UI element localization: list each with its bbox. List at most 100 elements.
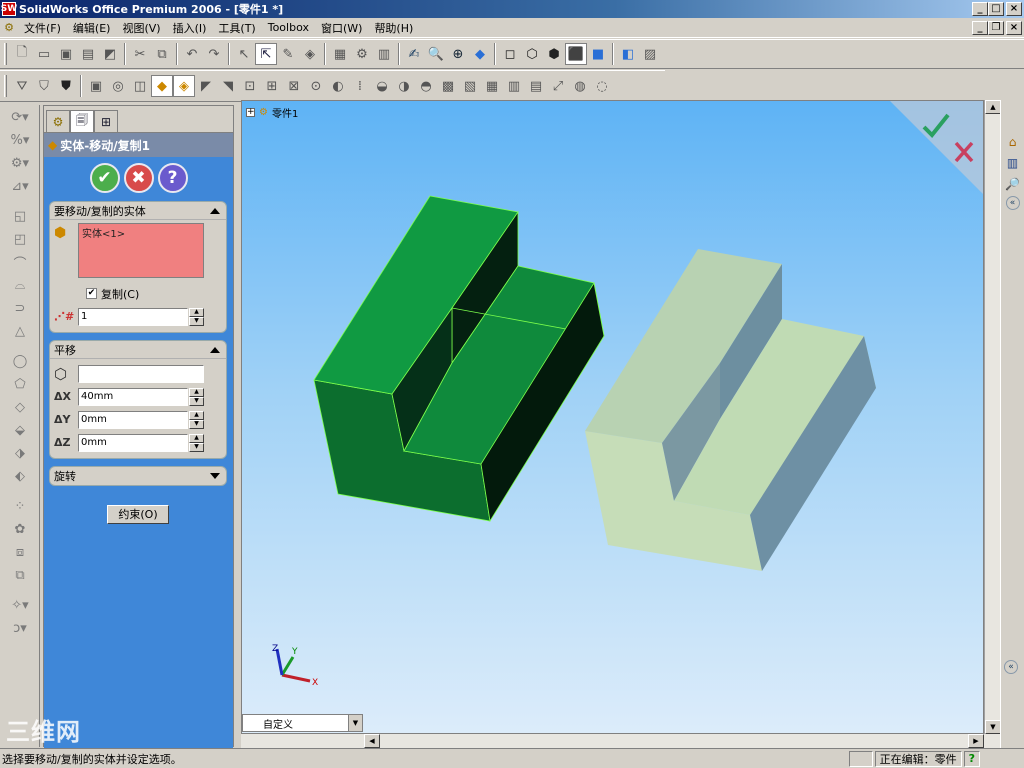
close-button[interactable]: ×: [1006, 2, 1022, 16]
copy-icon[interactable]: ⧉: [151, 43, 173, 65]
document-icon[interactable]: ⚙: [0, 17, 18, 39]
plane-icon[interactable]: ⊿▾: [3, 175, 37, 197]
chevron-down-icon[interactable]: ▼: [348, 715, 362, 731]
mirror-icon[interactable]: ◐: [327, 75, 349, 97]
maximize-button[interactable]: □: [988, 2, 1004, 16]
wireframe-icon[interactable]: ◻: [499, 43, 521, 65]
grid-icon[interactable]: ▥: [373, 43, 395, 65]
ruled-surface-icon[interactable]: ⬗: [3, 442, 37, 464]
reference-geometry-icon[interactable]: %▾: [3, 129, 37, 151]
print-icon[interactable]: ▤: [77, 43, 99, 65]
surface-offset-icon[interactable]: △: [3, 320, 37, 342]
expand-icon[interactable]: [210, 473, 220, 479]
menu-insert[interactable]: 插入(I): [167, 20, 213, 36]
shell-icon[interactable]: ⊡: [239, 75, 261, 97]
sketch-driven-icon[interactable]: ✧▾: [3, 594, 37, 616]
curves-icon[interactable]: ⟳▾: [3, 106, 37, 128]
delta-y-input[interactable]: 0mm: [78, 410, 188, 429]
scroll-right-button[interactable]: ▶: [968, 734, 984, 748]
extend-icon[interactable]: ◇: [3, 396, 37, 418]
surface-extrude-icon[interactable]: ◱: [3, 205, 37, 227]
toolbar-grip[interactable]: [4, 43, 7, 65]
delete-face-icon[interactable]: ⬖: [3, 465, 37, 487]
menu-tools[interactable]: 工具(T): [212, 20, 261, 36]
translate-reference-input[interactable]: [78, 364, 204, 383]
zoom-area-icon[interactable]: ⊕: [447, 43, 469, 65]
sketch-icon[interactable]: ✎: [277, 43, 299, 65]
print-preview-icon[interactable]: ◩: [99, 43, 121, 65]
linear-pattern-icon[interactable]: ⁘: [3, 495, 37, 517]
helix-icon[interactable]: ↄ▾: [3, 617, 37, 639]
menu-help[interactable]: 帮助(H): [368, 20, 419, 36]
shaded-icon[interactable]: ■: [587, 43, 609, 65]
horizontal-scrollbar[interactable]: ◀ ▶: [241, 734, 1000, 748]
delta-y-spinner[interactable]: ▲ ▼: [189, 410, 204, 429]
delta-z-spinner[interactable]: ▲ ▼: [189, 433, 204, 452]
file-explorer-icon[interactable]: 🔎: [1004, 175, 1022, 193]
thicken-icon[interactable]: ▥: [503, 75, 525, 97]
trim-icon[interactable]: ⬠: [3, 373, 37, 395]
vertical-scrollbar[interactable]: ▲ ▼: [984, 100, 1001, 734]
intersect-icon[interactable]: ▦: [481, 75, 503, 97]
feature-tree-tab[interactable]: ⚙: [46, 110, 70, 132]
help-icon[interactable]: ?: [963, 750, 980, 767]
save-icon[interactable]: ▣: [55, 43, 77, 65]
surface-fill-icon[interactable]: ⊃: [3, 297, 37, 319]
bodies-group-header[interactable]: 要移动/复制的实体: [50, 202, 226, 220]
revolve-icon[interactable]: ◎: [107, 75, 129, 97]
knit-icon[interactable]: ◯: [3, 350, 37, 372]
filter-edges-icon[interactable]: ⛊: [55, 75, 77, 97]
rib-icon[interactable]: ⊞: [261, 75, 283, 97]
menu-toolbox[interactable]: Toolbox: [262, 21, 315, 34]
filter-faces-icon[interactable]: ⛉: [33, 75, 55, 97]
scroll-down-button[interactable]: ▼: [985, 720, 1001, 734]
zoom-to-fit-icon[interactable]: 🔍: [425, 43, 447, 65]
graphics-area[interactable]: + ⚙ 零件1 X Y Z: [241, 100, 984, 734]
body-selection-item[interactable]: 实体<1>: [82, 229, 125, 240]
collapse-icon[interactable]: [210, 207, 220, 214]
cancel-button[interactable]: ✖: [123, 163, 154, 193]
copy-checkbox[interactable]: ✔: [86, 288, 97, 299]
toolbar-grip-2[interactable]: [4, 75, 7, 97]
configuration-manager-tab[interactable]: ⊞: [94, 110, 118, 132]
chamfer-icon[interactable]: ◥: [217, 75, 239, 97]
home-icon[interactable]: ⌂: [1004, 133, 1022, 151]
extrude-icon[interactable]: ▣: [85, 75, 107, 97]
deform-icon[interactable]: ◑: [393, 75, 415, 97]
surface-sweep-icon[interactable]: ⌒: [3, 251, 37, 273]
scale-icon[interactable]: ⤢: [547, 75, 569, 97]
scroll-left-button[interactable]: ◀: [364, 734, 380, 748]
ok-button[interactable]: ✔: [89, 163, 120, 193]
radiate-icon[interactable]: ⬙: [3, 419, 37, 441]
delta-x-input[interactable]: 40mm: [78, 387, 188, 406]
surface-revolve-icon[interactable]: ◰: [3, 228, 37, 250]
copies-count-spinner[interactable]: ▲ ▼: [189, 307, 204, 326]
help-button[interactable]: ?: [157, 163, 188, 193]
collapse-pane-icon[interactable]: «: [1005, 196, 1020, 210]
hole-icon[interactable]: ⊙: [305, 75, 327, 97]
expand-pane-icon[interactable]: «: [1004, 660, 1018, 674]
select-icon[interactable]: ↖: [233, 43, 255, 65]
dome-icon[interactable]: ◒: [371, 75, 393, 97]
doc-minimize-button[interactable]: _: [972, 20, 988, 35]
curve-pattern-icon[interactable]: ⧉: [3, 564, 37, 586]
combine-icon[interactable]: ▧: [459, 75, 481, 97]
pattern-icon[interactable]: ⁞: [349, 75, 371, 97]
property-manager-tab[interactable]: 🗐: [70, 110, 94, 132]
shaded-with-edges-icon[interactable]: ⬛: [565, 43, 587, 65]
delta-x-spinner[interactable]: ▲ ▼: [189, 387, 204, 406]
select-filter-icon[interactable]: ⇱: [255, 43, 277, 65]
doc-restore-button[interactable]: ❐: [988, 20, 1004, 35]
menu-file[interactable]: 文件(F): [18, 20, 67, 36]
collapse-icon[interactable]: [210, 346, 220, 353]
constraint-button[interactable]: 约束(O): [107, 505, 169, 524]
rotate-group-header[interactable]: 旋转: [50, 467, 226, 485]
design-library-icon[interactable]: ▥: [1004, 154, 1022, 172]
indent-icon[interactable]: ▩: [437, 75, 459, 97]
cavity-icon[interactable]: ▤: [525, 75, 547, 97]
sketch-edit-icon[interactable]: ✍: [403, 43, 425, 65]
view-orientation-select[interactable]: 自定义 ▼: [242, 714, 363, 732]
selected-body[interactable]: [313, 195, 605, 523]
menu-edit[interactable]: 编辑(E): [67, 20, 117, 36]
hidden-lines-removed-icon[interactable]: ⬢: [543, 43, 565, 65]
